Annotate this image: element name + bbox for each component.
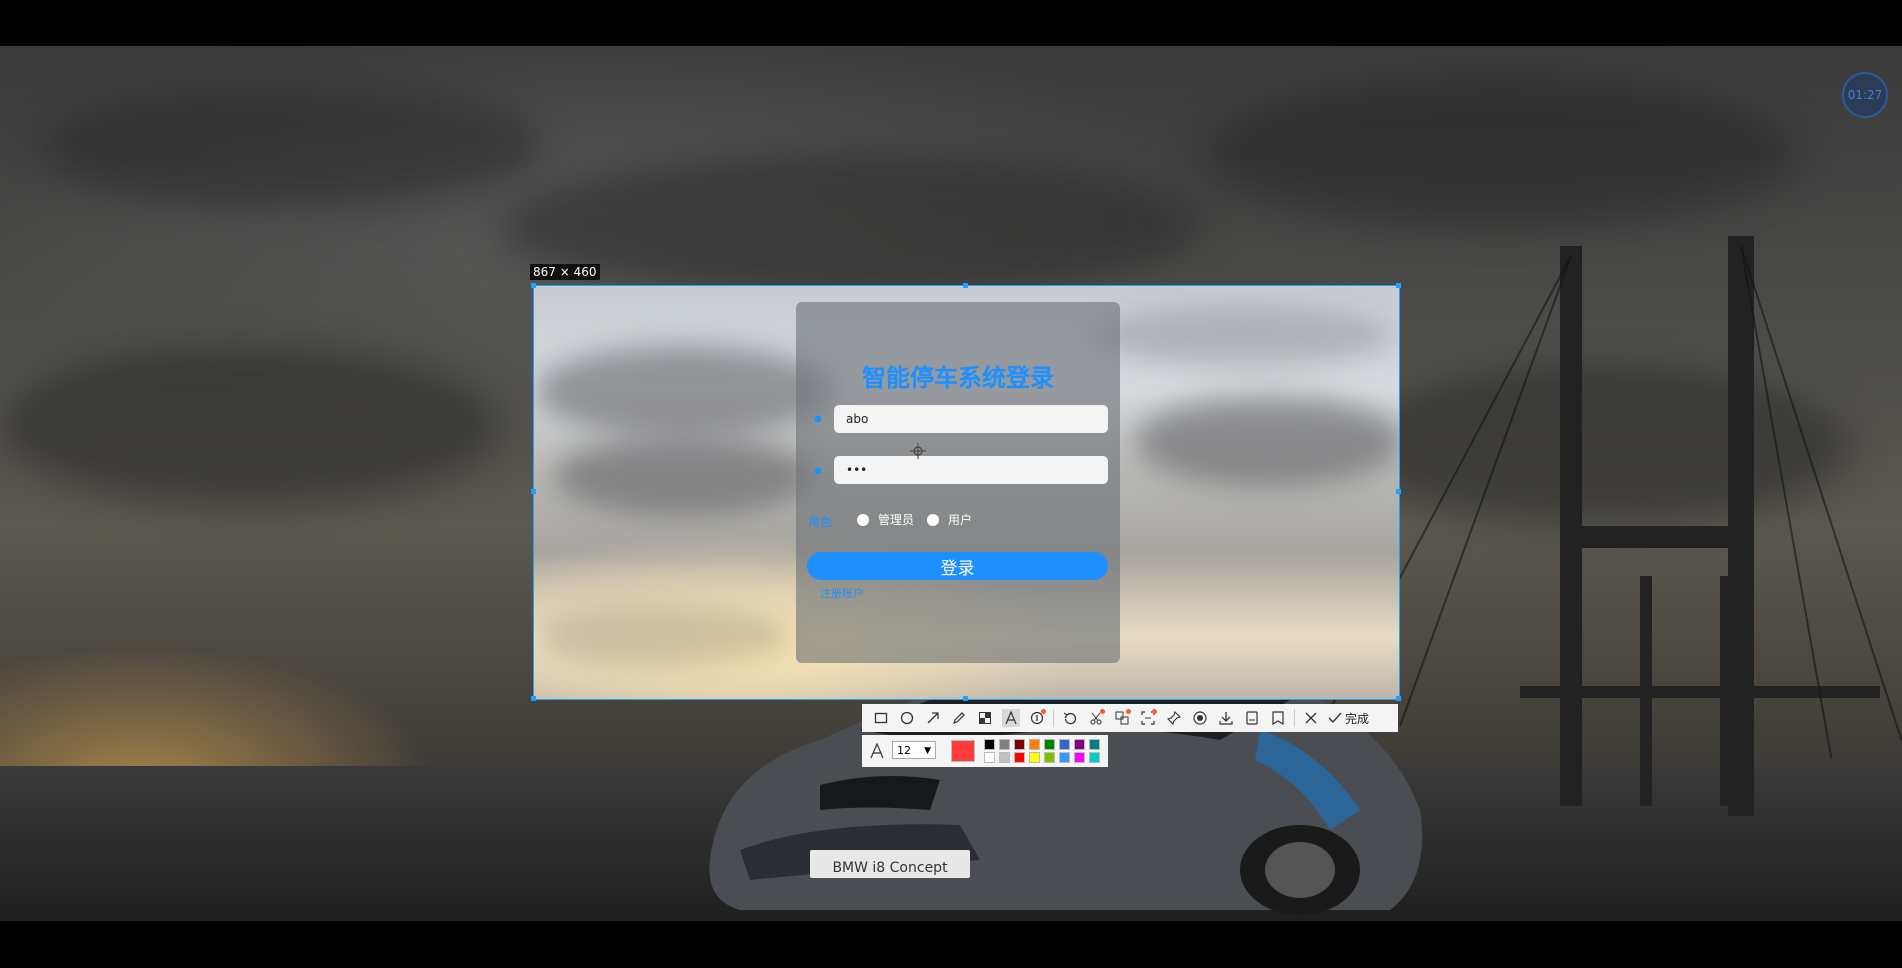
rectangle-icon[interactable]: [872, 709, 890, 727]
color-swatch[interactable]: [1059, 739, 1070, 750]
scissors-icon[interactable]: [1087, 709, 1105, 727]
toolbar-separator: [1294, 709, 1295, 727]
color-swatch[interactable]: [1089, 739, 1100, 750]
resize-handle-ml[interactable]: [531, 489, 536, 494]
role-user-label: 用户: [948, 513, 973, 527]
color-swatch[interactable]: [1089, 752, 1100, 763]
selection-size-label: 867 × 460: [530, 264, 600, 280]
done-label: 完成: [1345, 711, 1370, 726]
color-swatch[interactable]: [1074, 752, 1085, 763]
check-icon: [1328, 712, 1342, 724]
toolbar-separator: [1053, 709, 1054, 727]
font-size-select[interactable]: 12 ▼: [892, 741, 936, 759]
close-icon[interactable]: [1302, 709, 1320, 727]
bottom-black-bar: [0, 921, 1902, 968]
color-swatch[interactable]: [999, 752, 1010, 763]
download-icon[interactable]: [1217, 709, 1235, 727]
role-radio-admin[interactable]: [857, 514, 869, 526]
login-panel: 智能停车系统登录 角色 管理员 用户 登录 注册账户: [796, 302, 1120, 663]
current-color-swatch[interactable]: [951, 740, 975, 762]
role-radio-user[interactable]: [927, 514, 939, 526]
register-link[interactable]: 注册账户: [820, 585, 864, 601]
translate-icon[interactable]: [1113, 709, 1131, 727]
annotation-toolbar: 完成: [862, 704, 1398, 732]
font-icon: [870, 743, 884, 759]
resize-handle-bm[interactable]: [963, 696, 968, 701]
top-black-bar: [0, 0, 1902, 46]
login-button[interactable]: 登录: [807, 552, 1108, 580]
color-swatch[interactable]: [984, 752, 995, 763]
done-button[interactable]: 完成: [1328, 710, 1369, 727]
font-size-value: 12: [897, 744, 911, 757]
car-badge: BMW i8 Concept: [832, 860, 948, 876]
color-swatch[interactable]: [984, 739, 995, 750]
recording-timer: 01:27: [1842, 72, 1888, 118]
pen-icon[interactable]: [950, 709, 968, 727]
resize-handle-br[interactable]: [1396, 696, 1401, 701]
save-icon[interactable]: [1243, 709, 1261, 727]
color-swatch[interactable]: [1044, 752, 1055, 763]
move-cursor-icon: [910, 443, 926, 459]
mosaic-icon[interactable]: [976, 709, 994, 727]
pin-icon[interactable]: [1165, 709, 1183, 727]
text-icon[interactable]: [1002, 709, 1020, 727]
role-admin-label: 管理员: [878, 513, 915, 527]
undo-icon[interactable]: [1061, 709, 1079, 727]
resize-handle-tm[interactable]: [963, 283, 968, 288]
resize-handle-tl[interactable]: [531, 283, 536, 288]
chevron-down-icon: ▼: [924, 746, 931, 756]
color-swatch[interactable]: [1059, 752, 1070, 763]
color-swatch[interactable]: [1029, 752, 1040, 763]
username-input[interactable]: [834, 405, 1108, 433]
serial-number-icon[interactable]: [1028, 709, 1046, 727]
color-swatch[interactable]: [999, 739, 1010, 750]
color-swatch[interactable]: [1044, 739, 1055, 750]
color-swatch[interactable]: [1014, 739, 1025, 750]
arrow-icon[interactable]: [924, 709, 942, 727]
ocr-icon[interactable]: [1139, 709, 1157, 727]
text-options-toolbar: 12 ▼: [862, 735, 1108, 767]
resize-handle-tr[interactable]: [1396, 283, 1401, 288]
resize-handle-mr[interactable]: [1396, 489, 1401, 494]
password-input[interactable]: [834, 456, 1108, 484]
resize-handle-bl[interactable]: [531, 696, 536, 701]
color-swatch[interactable]: [1014, 752, 1025, 763]
bookmark-icon[interactable]: [1269, 709, 1287, 727]
record-icon[interactable]: [1191, 709, 1209, 727]
lock-icon: [815, 468, 821, 474]
color-swatch[interactable]: [1029, 739, 1040, 750]
ellipse-icon[interactable]: [898, 709, 916, 727]
user-icon: [815, 416, 821, 422]
role-label: 角色: [808, 515, 833, 529]
color-swatch[interactable]: [1074, 739, 1085, 750]
login-title: 智能停车系统登录: [862, 364, 1054, 392]
